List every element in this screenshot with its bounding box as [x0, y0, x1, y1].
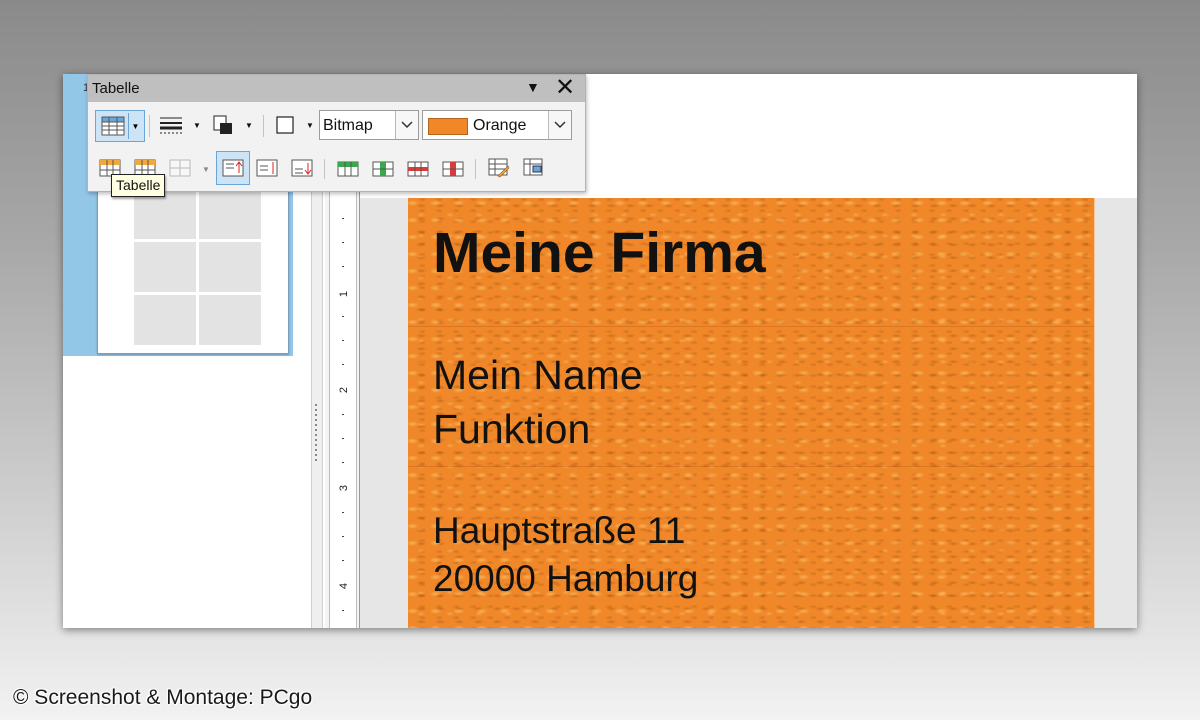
insert-column-button[interactable] [370, 155, 396, 181]
delete-row-icon [407, 161, 429, 177]
person-function[interactable]: Funktion [433, 406, 590, 453]
table-properties-button[interactable] [521, 155, 547, 181]
align-top-icon [222, 159, 244, 177]
panel-splitter[interactable] [311, 192, 323, 628]
ruler-tick [342, 316, 344, 317]
dropdown-arrow-icon[interactable]: ▼ [132, 122, 140, 131]
thumbnail-table [134, 189, 262, 345]
area-fill-value: Orange [473, 117, 527, 134]
ruler-tick [342, 462, 344, 463]
area-style-select[interactable]: Bitmap [319, 110, 419, 140]
merge-cells-button[interactable] [167, 155, 193, 181]
close-icon[interactable]: ✕ [555, 75, 575, 101]
ruler-number: 3 [338, 484, 350, 492]
ruler-tick [342, 364, 344, 365]
toolbar-separator [149, 115, 150, 137]
insert-column-icon [372, 161, 394, 177]
align-bottom-button[interactable] [289, 155, 315, 181]
ruler-tick [342, 218, 344, 219]
ruler-number: 4 [338, 582, 350, 590]
ruler-tick [342, 560, 344, 561]
align-center-icon [256, 159, 278, 177]
table-design-icon [488, 158, 510, 178]
thumbnail-cell [199, 295, 261, 345]
tooltip: Tabelle [111, 174, 166, 197]
thumbnail-cell [199, 242, 261, 292]
table-design-button[interactable] [486, 155, 512, 181]
border-style-button[interactable] [158, 112, 184, 138]
city-address[interactable]: 20000 Hamburg [433, 558, 698, 600]
ruler-tick [342, 414, 344, 415]
table-icon [101, 116, 125, 136]
ruler-tick [342, 242, 344, 243]
splitter-grip-icon[interactable] [315, 404, 317, 464]
chevron-down-icon[interactable] [548, 111, 571, 139]
slide-thumbnail[interactable] [97, 180, 289, 354]
thumbnail-cell [199, 189, 261, 239]
ruler-number: 1 [338, 290, 350, 298]
chevron-down-icon[interactable] [395, 111, 418, 139]
delete-column-icon [442, 161, 464, 177]
toolbar-title: Tabelle [92, 80, 140, 97]
vertical-ruler[interactable]: 1 2 3 4 [325, 192, 360, 628]
delete-column-button[interactable] [440, 155, 466, 181]
dropdown-arrow-icon[interactable]: ▼ [193, 121, 201, 130]
borders-button[interactable] [272, 112, 298, 138]
ruler-tick [342, 438, 344, 439]
person-name[interactable]: Mein Name [433, 352, 643, 399]
ruler-number: 2 [338, 386, 350, 394]
business-card-table[interactable]: Meine Firma Mein Name Funktion Hauptstra… [408, 198, 1095, 628]
vertical-ruler-scale: 1 2 3 4 [329, 192, 357, 628]
table-properties-icon [523, 158, 543, 176]
color-swatch [428, 118, 468, 135]
merge-cells-icon [169, 159, 191, 177]
thumbnail-cell [134, 295, 196, 345]
delete-row-button[interactable] [405, 155, 431, 181]
border-style-icon [160, 117, 182, 134]
align-center-button[interactable] [254, 155, 280, 181]
company-name[interactable]: Meine Firma [433, 220, 766, 286]
toolbar-titlebar[interactable]: Tabelle ▼ ✕ [88, 75, 585, 102]
area-style-value: Bitmap [323, 117, 373, 134]
toolbar-separator [324, 159, 325, 179]
toolbar-menu-icon[interactable]: ▼ [526, 79, 540, 95]
align-bottom-icon [291, 159, 313, 177]
toolbar-separator [263, 115, 264, 137]
thumbnail-cell [134, 242, 196, 292]
street-address[interactable]: Hauptstraße 11 [433, 510, 685, 552]
split-divider [127, 113, 129, 139]
ruler-tick [342, 512, 344, 513]
border-color-button[interactable] [210, 112, 236, 138]
dropdown-arrow-icon[interactable]: ▼ [202, 165, 210, 174]
dropdown-arrow-icon[interactable]: ▼ [245, 121, 253, 130]
table-row-divider [408, 466, 1094, 467]
borders-icon [276, 116, 294, 134]
table-row-divider [408, 326, 1094, 327]
insert-row-button[interactable] [335, 155, 361, 181]
ruler-tick [342, 536, 344, 537]
dropdown-arrow-icon[interactable]: ▼ [306, 121, 314, 130]
insert-column-icon [337, 161, 359, 177]
border-color-icon [213, 115, 232, 134]
ruler-tick [342, 610, 344, 611]
area-fill-select[interactable]: Orange [422, 110, 572, 140]
align-top-button[interactable] [216, 151, 250, 185]
copyright-watermark: © Screenshot & Montage: PCgo [13, 686, 313, 709]
insert-table-button[interactable]: ▼ [95, 110, 145, 142]
toolbar-separator [475, 159, 476, 179]
ruler-tick [342, 340, 344, 341]
ruler-tick [342, 266, 344, 267]
